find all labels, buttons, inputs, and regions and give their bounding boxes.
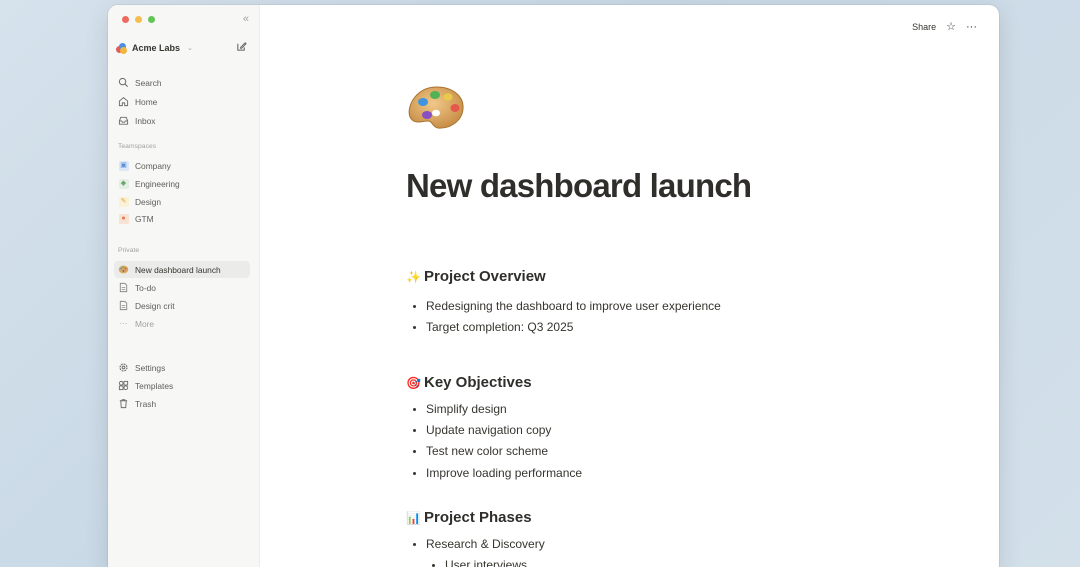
list-item[interactable]: Simplify design [413,402,507,416]
heading-project-overview[interactable]: ✨ Project Overview [406,268,546,285]
inbox-icon [118,116,129,125]
list-item[interactable]: Target completion: Q3 2025 [413,320,573,334]
trash-icon [119,399,128,409]
shield-icon: ◆ [118,178,129,189]
sidebar-item-label: Design crit [135,300,175,311]
sidebar-item-label: Company [135,160,171,171]
palette-icon [118,264,129,275]
sidebar-item-label: Search [135,77,162,88]
sidebar-item-label: Design [135,196,162,207]
list-item[interactable]: Test new color scheme [413,444,548,458]
sidebar-item-label: To-do [135,282,156,293]
sidebar-item-more[interactable]: ··· More [114,315,250,332]
target-icon: 🎯 [406,375,421,390]
gear-icon [119,363,128,372]
sidebar-item-home[interactable]: Home [114,93,250,110]
sidebar-item-label: Settings [135,362,166,373]
list-item[interactable]: Research & Discovery [413,537,545,551]
sidebar-item-search[interactable]: Search [114,74,250,91]
collapse-sidebar-icon[interactable]: « [243,13,249,25]
share-button[interactable]: Share [912,22,936,32]
workspace-logo-icon [116,42,127,54]
sidebar-item-company[interactable]: ▣ Company [114,157,250,174]
sidebar-item-label: Engineering [135,178,180,189]
pencil-icon: ✎ [118,196,129,207]
sidebar-item-label: Templates [135,380,174,391]
chevron-down-icon: ⌄ [187,45,193,52]
workspace-name: Acme Labs [132,43,181,53]
sidebar-item-label: New dashboard launch [135,264,221,275]
building-icon: ▣ [118,160,129,171]
heading-text: Project Phases [424,509,532,526]
palette-icon[interactable] [406,83,466,133]
list-item[interactable]: Redesigning the dashboard to improve use… [413,299,721,313]
close-window-button[interactable] [122,16,129,23]
page-topbar: Share ☆ ··· [912,20,977,34]
more-options-icon[interactable]: ··· [966,21,977,33]
sidebar-item-label: Home [135,96,158,107]
sidebar-item-new-dashboard-launch[interactable]: New dashboard launch [114,261,250,278]
templates-icon [118,380,129,391]
sidebar-item-label: More [135,318,155,329]
page-title[interactable]: New dashboard launch [406,167,752,205]
sidebar-item-design-crit[interactable]: Design crit [114,297,250,314]
heading-text: Key Objectives [424,374,532,391]
list-item[interactable]: Update navigation copy [413,423,551,437]
new-page-icon[interactable] [236,41,247,52]
sidebar-item-inbox[interactable]: Inbox [114,112,250,129]
sidebar-item-label: GTM [135,213,154,224]
sparkles-icon: ✨ [406,269,421,284]
heading-key-objectives[interactable]: 🎯 Key Objectives [406,374,532,391]
sidebar: « Acme Labs ⌄ Search Home Inbox Teamspac… [108,5,260,567]
ellipsis-icon: ··· [119,319,128,328]
sidebar-item-trash[interactable]: Trash [114,395,250,412]
workspace-switcher[interactable]: Acme Labs ⌄ [116,40,193,56]
list-item[interactable]: Improve loading performance [413,466,582,480]
page-icon [119,300,128,311]
minimize-window-button[interactable] [135,16,142,23]
sidebar-item-gtm[interactable]: ● GTM [114,210,250,227]
bar-chart-icon: 📊 [406,510,421,525]
private-section-label: Private [118,247,140,254]
maximize-window-button[interactable] [148,16,155,23]
sidebar-item-settings[interactable]: Settings [114,359,250,376]
sidebar-item-design[interactable]: ✎ Design [114,193,250,210]
search-icon [118,77,129,88]
heading-project-phases[interactable]: 📊 Project Phases [406,509,532,526]
megaphone-icon: ● [118,213,129,224]
sidebar-item-templates[interactable]: Templates [114,377,250,394]
window-controls [122,16,155,23]
sidebar-item-label: Trash [135,398,157,409]
teamspaces-section-label: Teamspaces [118,143,157,150]
app-window: « Acme Labs ⌄ Search Home Inbox Teamspac… [108,5,999,567]
heading-text: Project Overview [424,268,546,285]
star-icon[interactable]: ☆ [946,20,956,33]
home-icon [118,97,129,107]
page-icon [119,282,128,293]
list-item[interactable]: User interviews [432,558,527,567]
sidebar-item-engineering[interactable]: ◆ Engineering [114,175,250,192]
sidebar-item-label: Inbox [135,115,156,126]
page-content: Share ☆ ··· New dashboard launch ✨ Proje… [260,5,999,567]
sidebar-item-to-do[interactable]: To-do [114,279,250,296]
